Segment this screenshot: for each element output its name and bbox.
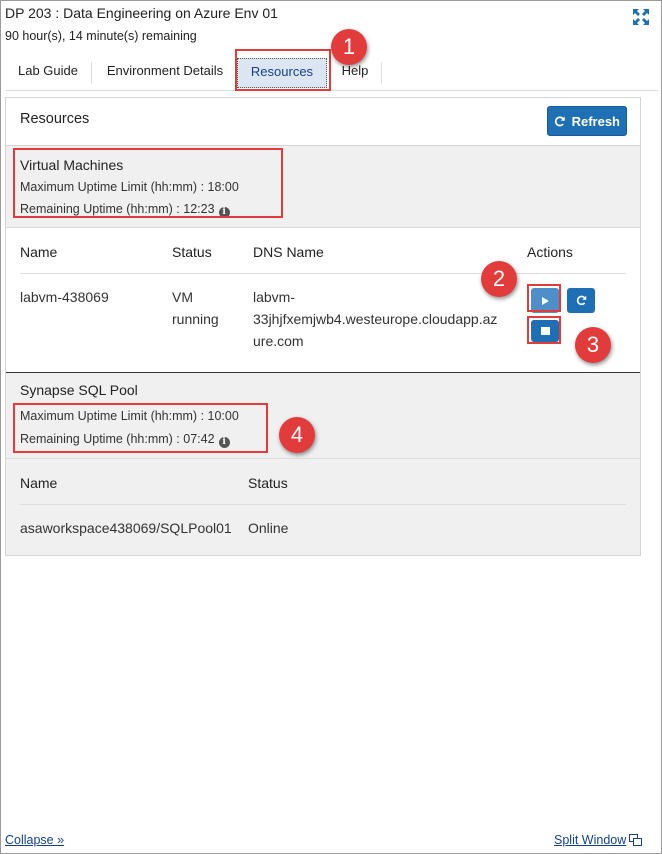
tab-separator bbox=[91, 62, 92, 84]
tab-bar: Lab Guide Environment Details Resources … bbox=[5, 58, 659, 91]
info-icon[interactable]: i bbox=[218, 437, 230, 448]
annotation-badge: 1 bbox=[331, 29, 367, 65]
sql-section-title: Synapse SQL Pool bbox=[20, 382, 138, 398]
vm-dns-line3: ure.com bbox=[253, 333, 304, 349]
refresh-icon bbox=[554, 116, 565, 126]
resources-title: Resources bbox=[20, 111, 90, 127]
restart-vm-button[interactable] bbox=[567, 288, 595, 313]
vm-dns-line2: 33jhjfxemjwb4.westeurope.cloudapp.az bbox=[253, 311, 498, 327]
annotation-badge: 3 bbox=[575, 327, 611, 363]
expand-arrows-icon[interactable] bbox=[632, 8, 650, 26]
lab-title: DP 203 : Data Engineering on Azure Env 0… bbox=[5, 5, 278, 21]
resources-panel: Resources Refresh Virtual Machines Maxim… bbox=[5, 97, 641, 556]
sql-table-area bbox=[6, 459, 640, 555]
divider bbox=[20, 504, 626, 505]
vm-section-header: Virtual Machines Maximum Uptime Limit (h… bbox=[6, 146, 640, 228]
vm-name: labvm-438069 bbox=[20, 289, 109, 305]
vm-status-line2: running bbox=[172, 311, 219, 327]
start-vm-button[interactable] bbox=[531, 288, 559, 313]
vm-max-uptime: Maximum Uptime Limit (hh:mm) : 18:00 bbox=[20, 180, 239, 194]
split-window-icon bbox=[629, 834, 643, 846]
restart-icon bbox=[576, 295, 586, 306]
resources-header: Resources Refresh bbox=[6, 98, 640, 146]
sql-remaining-uptime: Remaining Uptime (hh:mm) : 07:42 bbox=[20, 432, 215, 446]
refresh-label: Refresh bbox=[571, 113, 620, 129]
collapse-link[interactable]: Collapse » bbox=[5, 833, 64, 847]
vm-remaining-uptime: Remaining Uptime (hh:mm) : 12:23 bbox=[20, 202, 215, 216]
vm-dns-name: labvm- 33jhjfxemjwb4.westeurope.cloudapp… bbox=[253, 286, 523, 352]
sql-pool-name: asaworkspace438069/SQLPool01 bbox=[20, 520, 232, 536]
divider bbox=[20, 273, 626, 274]
split-window-link[interactable]: Split Window bbox=[554, 833, 643, 847]
annotation-badge: 4 bbox=[279, 417, 315, 453]
play-icon bbox=[541, 296, 549, 305]
time-remaining: 90 hour(s), 14 minute(s) remaining bbox=[5, 29, 197, 43]
lab-window: DP 203 : Data Engineering on Azure Env 0… bbox=[0, 0, 662, 854]
vm-status-line1: VM bbox=[172, 289, 193, 305]
refresh-button[interactable]: Refresh bbox=[547, 106, 627, 136]
annotation-badge: 2 bbox=[481, 261, 517, 297]
vm-status: VM running bbox=[172, 286, 219, 330]
tab-lab-guide[interactable]: Lab Guide bbox=[9, 58, 87, 90]
sql-max-uptime: Maximum Uptime Limit (hh:mm) : 10:00 bbox=[20, 409, 239, 423]
vm-col-name: Name bbox=[20, 244, 58, 260]
sql-col-name: Name bbox=[20, 475, 58, 491]
info-icon[interactable]: i bbox=[218, 207, 230, 218]
split-window-label: Split Window bbox=[554, 833, 627, 847]
tab-environment-details[interactable]: Environment Details bbox=[97, 58, 233, 90]
vm-dns-line1: labvm- bbox=[253, 289, 296, 305]
sql-col-status: Status bbox=[248, 475, 288, 491]
tab-separator bbox=[235, 62, 236, 84]
tab-resources[interactable]: Resources bbox=[237, 58, 327, 88]
vm-col-dns: DNS Name bbox=[253, 244, 324, 260]
stop-icon bbox=[540, 327, 550, 335]
sql-pool-status: Online bbox=[248, 520, 289, 536]
tab-separator bbox=[381, 62, 382, 84]
vm-remaining-uptime-row: Remaining Uptime (hh:mm) : 12:23 i bbox=[20, 202, 230, 218]
vm-col-actions: Actions bbox=[527, 244, 573, 260]
sql-section-header: Synapse SQL Pool Maximum Uptime Limit (h… bbox=[6, 373, 640, 459]
vm-col-status: Status bbox=[172, 244, 212, 260]
stop-vm-button[interactable] bbox=[531, 320, 559, 342]
vm-section-title: Virtual Machines bbox=[20, 157, 124, 173]
sql-remaining-uptime-row: Remaining Uptime (hh:mm) : 07:42 i bbox=[20, 432, 230, 448]
